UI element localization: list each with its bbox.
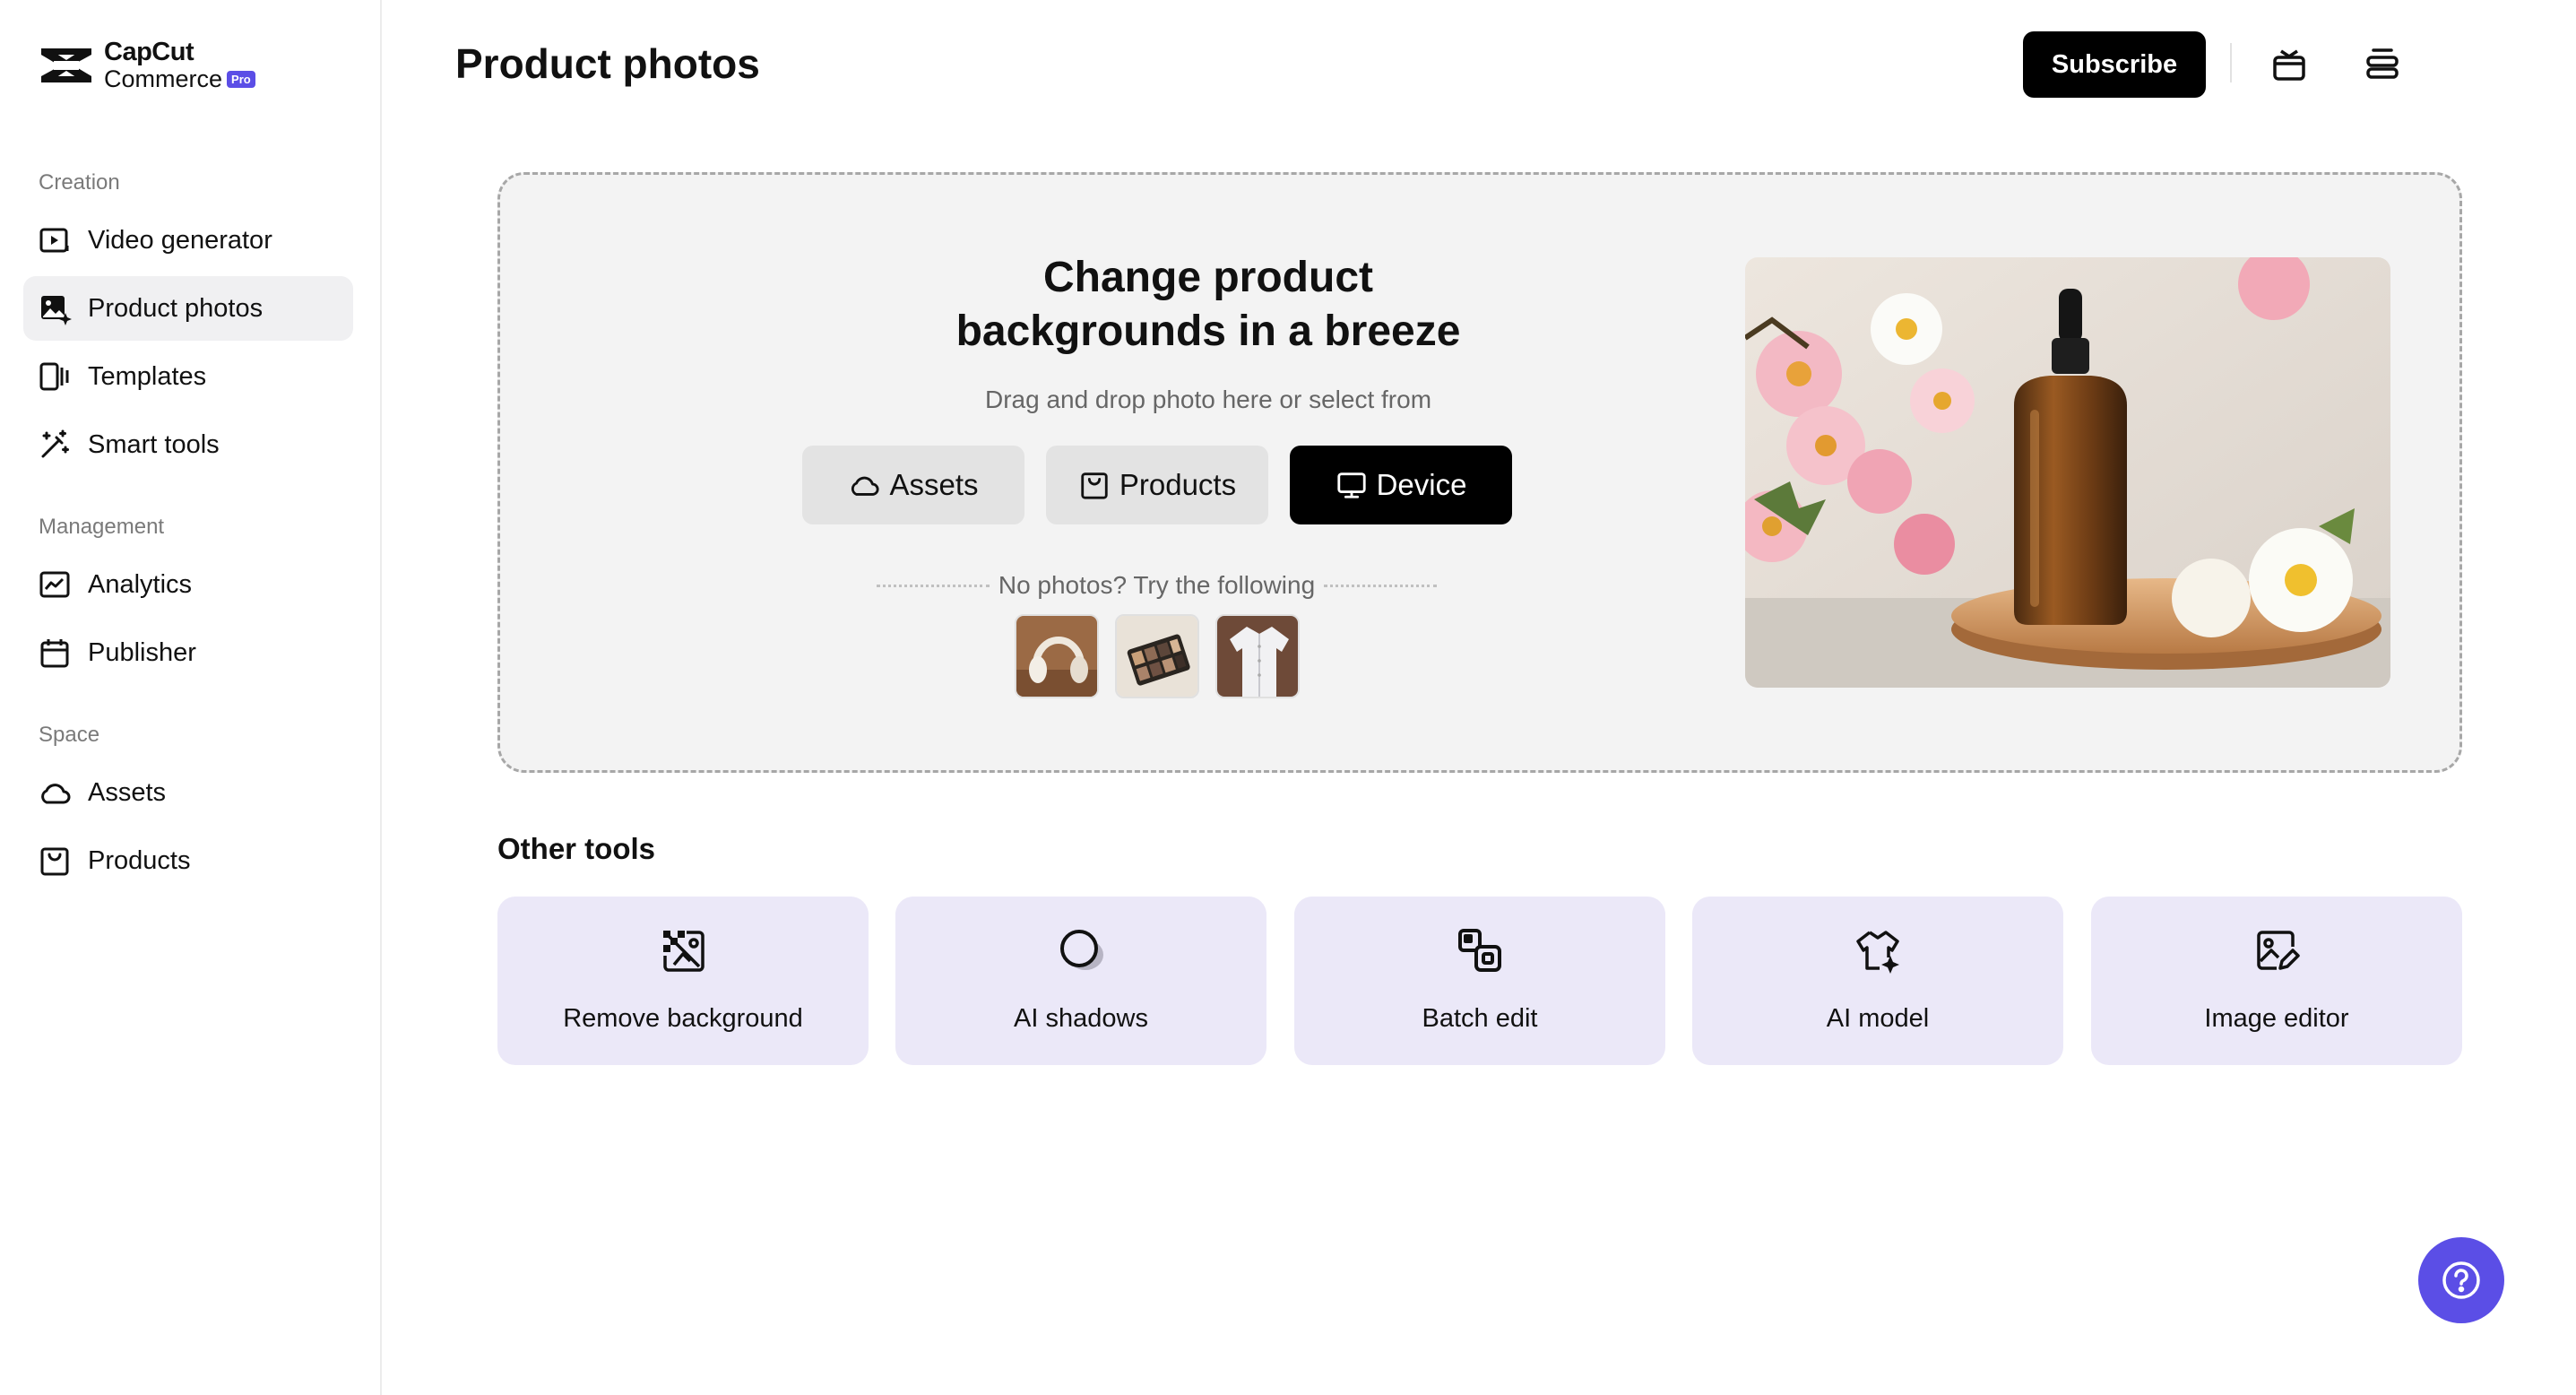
sidebar-item-products[interactable]: Products [23,828,353,893]
monitor-icon [1336,472,1366,498]
sidebar-item-label: Products [88,845,191,875]
section-label-space: Space [39,723,100,747]
sidebar-item-label: Templates [88,361,207,391]
section-label-creation: Creation [39,170,120,195]
sidebar-item-product-photos[interactable]: Product photos [23,276,353,341]
capcut-commerce-logo[interactable]: CapCut Commerce Pro [38,39,255,91]
pro-badge: Pro [227,71,255,88]
sidebar-item-label: Analytics [88,569,193,599]
ai-model-icon [1856,931,1899,974]
device-source-button[interactable]: Device [1290,446,1512,524]
ai-shadows-icon [1060,930,1103,970]
sidebar-item-templates[interactable]: Templates [23,344,353,409]
page-header: Product photos Subscribe [384,0,2576,129]
tool-label: Image editor [2204,1004,2349,1033]
sidebar-item-publisher[interactable]: Publisher [23,620,353,685]
tool-label: AI shadows [1014,1004,1148,1033]
tool-card-batch-edit[interactable]: Batch edit [1294,897,1665,1065]
batch-edit-icon [1458,929,1501,972]
products-source-button[interactable]: Products [1046,446,1268,524]
sidebar-item-label: Publisher [88,637,196,667]
tool-card-remove-background[interactable]: Remove background [497,897,869,1065]
bag-icon [40,847,69,876]
sample-thumbnail-headphones[interactable] [1015,614,1099,698]
remove-background-icon [663,931,705,972]
products-source-label: Products [1119,468,1237,501]
product-photos-icon [41,296,72,325]
tool-label: Remove background [563,1004,803,1033]
sample-prompt-text: No photos? Try the following [998,571,1316,599]
tool-label: AI model [1826,1004,1930,1033]
sidebar-item-label: Smart tools [88,429,220,459]
header-divider [2230,43,2232,82]
shirt-image [1217,616,1298,697]
sample-divider: No photos? Try the following [877,568,1437,603]
image-editor-icon [2257,931,2300,970]
brand-subname: Commerce [104,65,223,92]
help-button[interactable] [2418,1237,2504,1323]
upload-title-line2: backgrounds in a breeze [955,308,1461,355]
upload-title-line1: Change product [1043,254,1373,301]
sidebar-item-video-generator[interactable]: Video generator [23,208,353,273]
stack-icon[interactable] [2362,43,2403,84]
sidebar-item-assets[interactable]: Assets [23,760,353,825]
palette-image [1117,616,1197,697]
page-title: Product photos [455,40,760,87]
tool-card-ai-shadows[interactable]: AI shadows [895,897,1266,1065]
divider-line-right [1324,584,1437,587]
sidebar-item-label: Assets [88,777,167,807]
cloud-icon [41,784,71,804]
tool-card-image-editor[interactable]: Image editor [2091,897,2462,1065]
other-tools-title: Other tools [497,832,656,865]
serum-bottle-flowers-image [1745,257,2390,688]
hero-sample-image [1745,257,2390,688]
templates-icon [39,362,69,391]
upload-title: Change product backgrounds in a breeze [886,251,1531,359]
sidebar: CapCut Commerce Pro Creation Video genera… [0,0,382,1395]
capcut-logo-icon [41,48,91,82]
magic-wand-icon [41,429,69,458]
tool-label: Batch edit [1422,1004,1538,1033]
calendar-icon [40,639,69,668]
device-source-label: Device [1376,468,1467,501]
assets-source-button[interactable]: Assets [802,446,1024,524]
sidebar-item-smart-tools[interactable]: Smart tools [23,412,353,477]
sidebar-item-analytics[interactable]: Analytics [23,552,353,617]
video-generator-icon [39,228,69,253]
bag-icon [1081,472,1108,499]
tool-card-ai-model[interactable]: AI model [1692,897,2063,1065]
cloud-icon [851,476,879,496]
divider-line-left [877,584,990,587]
gift-icon[interactable] [2269,43,2310,84]
analytics-icon [39,571,70,598]
sample-thumbnail-shirt[interactable] [1215,614,1300,698]
assets-source-label: Assets [889,468,979,501]
upload-dropzone[interactable]: Change product backgrounds in a breeze D… [497,172,2462,773]
sample-thumbnail-palette[interactable] [1115,614,1199,698]
subscribe-button[interactable]: Subscribe [2023,31,2206,98]
sidebar-item-label: Product photos [88,293,264,323]
brand-name: CapCut [104,38,194,66]
upload-subtitle: Drag and drop photo here or select from [984,386,1432,413]
help-icon [2442,1261,2480,1299]
headphones-image [1016,616,1097,697]
section-label-management: Management [39,515,165,539]
sidebar-item-label: Video generator [88,225,272,255]
